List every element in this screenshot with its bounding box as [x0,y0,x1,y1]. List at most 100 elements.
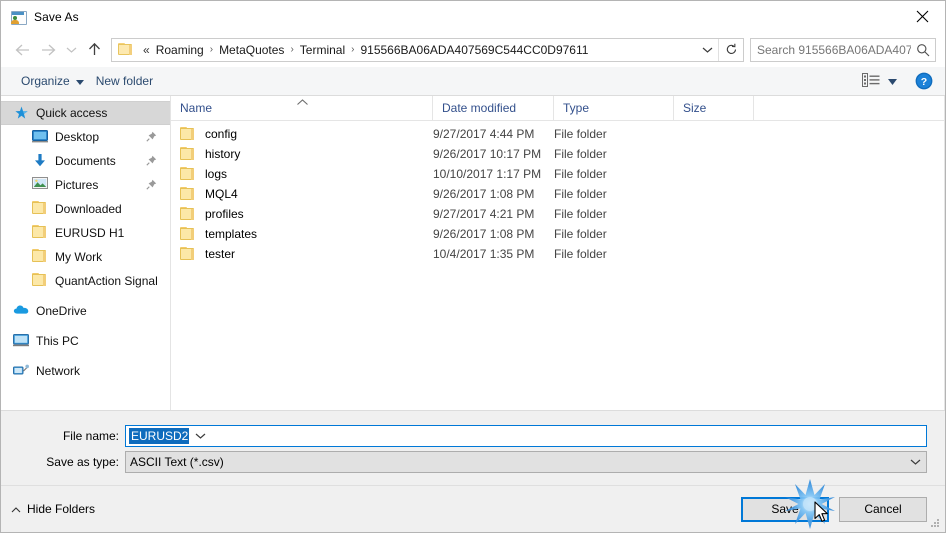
table-row[interactable]: tester 10/4/2017 1:35 PM File folder [171,244,945,264]
column-header-label: Size [683,101,707,115]
column-header-type[interactable]: Type [554,96,674,120]
column-header-date-modified[interactable]: Date modified [433,96,554,120]
recent-locations-button[interactable] [61,37,81,63]
table-row[interactable]: profiles 9/27/2017 4:21 PM File folder [171,204,945,224]
save-as-type-row: Save as type: ASCII Text (*.csv) [1,451,945,473]
title-bar: Save As [1,1,945,32]
file-name-cell: MQL4 [171,187,433,201]
table-row[interactable]: templates 9/26/2017 1:08 PM File folder [171,224,945,244]
hide-folders-label: Hide Folders [27,502,96,516]
file-name-label: File name: [62,429,119,443]
sidebar-item-my-work[interactable]: My Work [1,245,170,269]
close-button[interactable] [899,1,945,32]
file-name: MQL4 [205,187,238,201]
sidebar-item-this-pc[interactable]: This PC [1,329,170,353]
sidebar-item-label: Network [36,364,81,378]
breadcrumb-item-instance[interactable]: 915566BA06ADA407569C544CC0D97611 [357,41,591,59]
save-as-icon [10,9,27,25]
file-rows: config 9/27/2017 4:44 PM File folder his… [171,121,945,410]
back-button[interactable] [9,37,35,63]
view-layout-icon [862,72,880,90]
sidebar-item-onedrive[interactable]: OneDrive [1,299,170,323]
search-input[interactable]: Search 915566BA06ADA40756... [751,43,911,57]
svg-text:?: ? [921,76,927,88]
address-dropdown-button[interactable] [696,39,718,61]
file-type: File folder [554,247,607,261]
search-box[interactable]: Search 915566BA06ADA40756... [750,37,936,62]
file-list-pane: Name Date modified Type Size config 9/27… [171,96,945,410]
dialog-content: Quick access Desktop Documents Pictures … [1,96,945,411]
caret-down-icon [888,74,897,88]
sidebar-item-quick-access[interactable]: Quick access [1,101,170,125]
save-button[interactable]: Save [741,496,829,522]
sidebar-item-label: Downloaded [55,202,122,216]
hide-folders-button[interactable]: Hide Folders [11,502,95,516]
sidebar-item-desktop[interactable]: Desktop [1,125,170,149]
sidebar-item-quantaction-signal[interactable]: QuantAction Signal [1,269,170,293]
sidebar-item-network[interactable]: Network [1,359,170,383]
breadcrumb-item-roaming[interactable]: Roaming [153,41,207,59]
save-as-type-label: Save as type: [46,455,119,469]
breadcrumb-item-terminal[interactable]: Terminal [297,41,348,59]
file-type: File folder [554,207,607,221]
thispc-icon [13,333,29,349]
cancel-button-label: Cancel [864,502,902,516]
search-icon [911,43,935,57]
breadcrumb-item-metaquotes[interactable]: MetaQuotes [216,41,287,59]
file-date: 10/10/2017 1:17 PM [433,167,542,181]
file-name-row: File name: EURUSD2 [1,425,945,447]
sidebar-item-pictures[interactable]: Pictures [1,173,170,197]
breadcrumb-separator-icon: › [290,44,294,55]
column-header-size[interactable]: Size [674,96,754,120]
file-name-input[interactable]: EURUSD2 [125,425,927,447]
file-type: File folder [554,227,607,241]
save-as-type-select[interactable]: ASCII Text (*.csv) [125,451,927,473]
up-button[interactable] [81,37,107,63]
breadcrumb-overflow[interactable]: « [140,43,153,57]
folder-icon [180,127,196,141]
table-row[interactable]: history 9/26/2017 10:17 PM File folder [171,144,945,164]
arrow-right-icon [41,44,55,55]
desktop-icon [32,129,48,145]
pictures-icon [32,177,48,193]
file-date: 9/26/2017 10:17 PM [433,147,542,161]
file-name: history [205,147,241,161]
organize-button[interactable]: Organize [15,70,90,92]
folder-icon [32,225,48,241]
help-button[interactable]: ? [915,72,933,90]
new-folder-button[interactable]: New folder [90,70,159,92]
resize-grip-icon[interactable] [931,519,941,529]
cancel-button[interactable]: Cancel [839,496,927,522]
address-bar[interactable]: « Roaming › MetaQuotes › Terminal › 9155… [111,37,744,62]
breadcrumb: « Roaming › MetaQuotes › Terminal › 9155… [140,41,696,59]
table-row[interactable]: config 9/27/2017 4:44 PM File folder [171,124,945,144]
file-date: 9/27/2017 4:44 PM [433,127,535,141]
file-name-cell: logs [171,167,433,181]
file-type: File folder [554,127,607,141]
column-header-name[interactable]: Name [171,96,433,120]
file-name-cell: history [171,147,433,161]
sidebar-item-eurusd-h1[interactable]: EURUSD H1 [1,221,170,245]
folder-icon [32,249,48,265]
sidebar-item-documents[interactable]: Documents [1,149,170,173]
chevron-down-icon[interactable] [189,432,211,440]
cloud-icon [13,303,29,319]
sidebar-item-downloaded[interactable]: Downloaded [1,197,170,221]
table-row[interactable]: logs 10/10/2017 1:17 PM File folder [171,164,945,184]
breadcrumb-separator-icon: › [351,44,355,55]
file-type: File folder [554,147,607,161]
refresh-icon [726,43,736,55]
refresh-button[interactable] [718,38,743,61]
file-date: 9/27/2017 4:21 PM [433,207,535,221]
folder-icon [180,147,196,161]
forward-button[interactable] [35,37,61,63]
folder-icon [180,207,196,221]
column-header-label: Name [180,101,213,115]
chevron-down-icon[interactable] [904,458,926,466]
change-view-button[interactable] [858,70,901,92]
folder-icon [180,167,196,181]
file-date: 9/26/2017 1:08 PM [433,227,535,241]
navigation-pane: Quick access Desktop Documents Pictures … [1,96,171,410]
sidebar-item-label: Desktop [55,130,100,144]
table-row[interactable]: MQL4 9/26/2017 1:08 PM File folder [171,184,945,204]
